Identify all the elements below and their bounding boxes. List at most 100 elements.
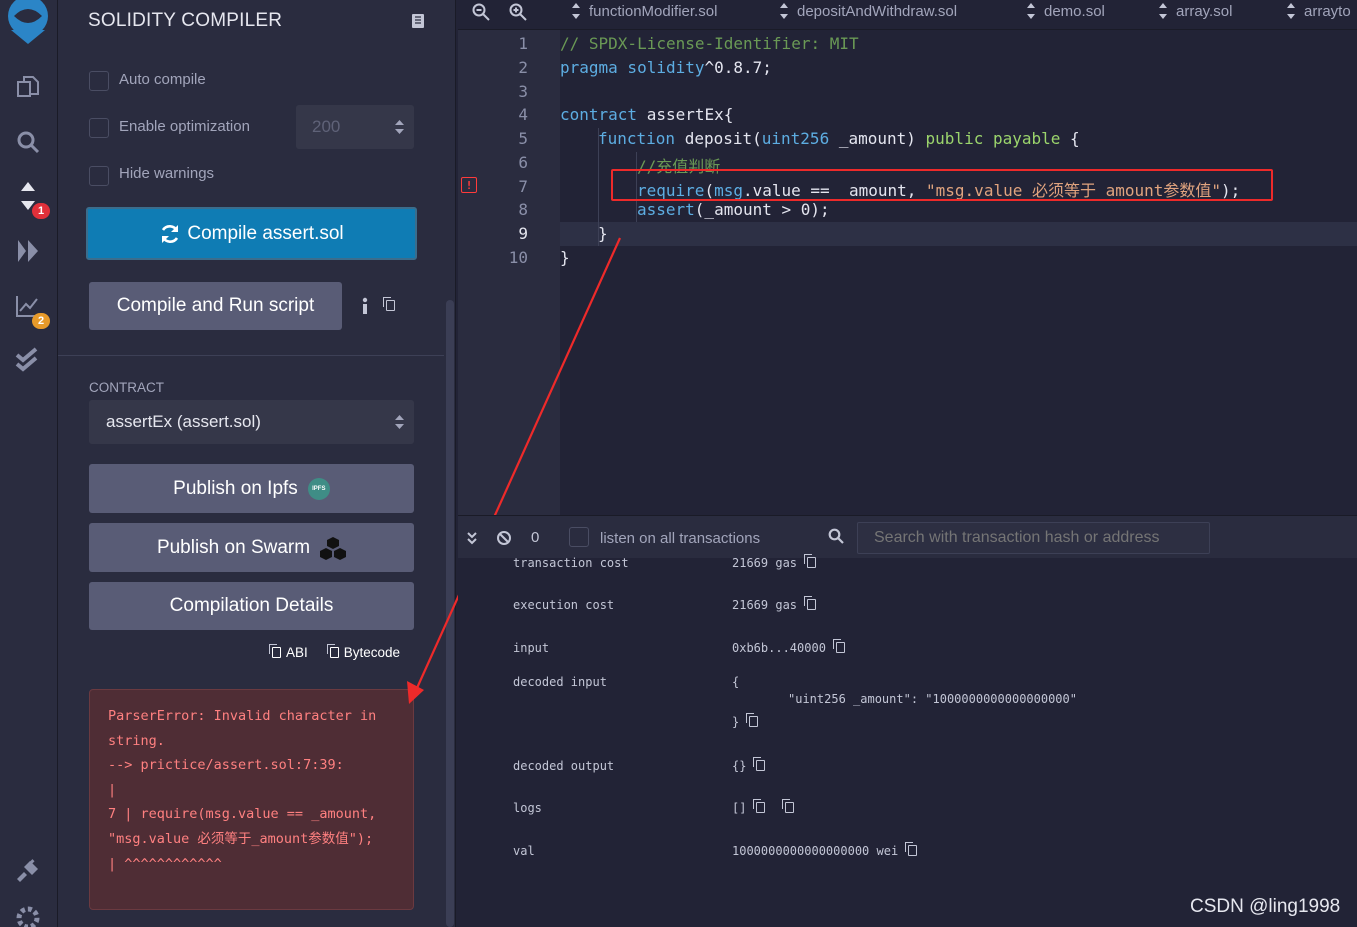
code-line-5: function deposit(uint256 _amount) public…	[598, 129, 1080, 148]
panel-scrollbar-thumb[interactable]	[446, 300, 454, 927]
remix-logo-icon[interactable]	[4, 0, 52, 44]
ipfs-logo-icon: IPFS	[307, 477, 330, 500]
code-text: deposit(	[675, 129, 762, 148]
code-line-10: }	[560, 248, 570, 267]
error-line: 7 | require(msg.value == _amount,	[108, 806, 377, 823]
code-number: 0	[800, 200, 811, 219]
code-text: assertEx{	[637, 105, 734, 124]
publish-swarm-label: Publish on Swarm	[156, 536, 311, 558]
compiler-error-message[interactable]: ParserError: Invalid character in string…	[89, 689, 414, 910]
terminal-toolbar: 0 listen on all transactions	[458, 516, 1357, 558]
publish-ipfs-button[interactable]: Publish on Ipfs IPFS	[89, 464, 414, 513]
refresh-icon	[162, 224, 179, 243]
listen-all-checkbox[interactable]	[569, 527, 589, 547]
solidity-file-icon	[780, 3, 788, 19]
zoom-in-icon[interactable]	[509, 3, 527, 26]
copy-icon[interactable]	[746, 713, 759, 727]
solidity-file-icon	[1287, 3, 1295, 19]
copy-icon[interactable]	[804, 554, 817, 568]
copy-icon[interactable]	[383, 297, 395, 315]
error-marker-icon[interactable]: !	[461, 177, 477, 193]
listen-all-label: listen on all transactions	[600, 530, 761, 547]
tab-label: arrayto	[1304, 2, 1351, 20]
deploy-run-icon[interactable]	[8, 231, 48, 271]
code-editor[interactable]: 1 2 3 4 5 6 7 8 9 10 ! // SPDX-License-I…	[458, 30, 1357, 515]
line-number: 6	[518, 153, 528, 172]
contract-selected-value: assertEx (assert.sol)	[106, 412, 261, 431]
panel-scrollbar[interactable]	[444, 0, 456, 927]
tab-demo[interactable]: demo.sol	[1026, 0, 1105, 22]
line-number: 8	[518, 200, 528, 219]
copy-icon[interactable]	[782, 799, 795, 813]
active-line-highlight	[560, 222, 1357, 246]
tab-array[interactable]: array.sol	[1158, 0, 1232, 22]
zoom-out-icon[interactable]	[472, 3, 490, 26]
icon-sidebar: 1 2	[0, 0, 58, 927]
plugin-manager-icon[interactable]	[8, 851, 48, 891]
compilation-details-button[interactable]: Compilation Details	[89, 582, 414, 630]
documentation-book-icon[interactable]	[410, 13, 426, 34]
code-type: uint256	[761, 129, 830, 148]
decoded-input-close-row: }	[732, 713, 759, 729]
line-number: 9	[518, 224, 528, 243]
line-number: 10	[508, 248, 528, 267]
error-line: ParserError: Invalid character in	[108, 708, 377, 724]
contract-select[interactable]: assertEx (assert.sol)	[89, 400, 414, 444]
tab-arrayto[interactable]: arrayto	[1286, 0, 1351, 22]
settings-gear-icon[interactable]	[8, 905, 48, 927]
error-line: string.	[108, 732, 165, 749]
solidity-file-icon	[1027, 3, 1035, 19]
val-value: 1000000000000000000 wei	[732, 844, 899, 858]
error-line: | ^^^^^^^^^^^^	[108, 855, 222, 872]
tab-depositandwithdraw[interactable]: depositAndWithdraw.sol	[779, 0, 957, 22]
optimization-runs-input[interactable]: 200	[296, 105, 414, 149]
info-icon[interactable]	[360, 297, 370, 315]
copy-icon[interactable]	[905, 842, 918, 856]
code-text: }	[560, 248, 570, 267]
clear-console-icon[interactable]	[496, 530, 512, 551]
abi-copy-button[interactable]: ABI	[268, 644, 308, 660]
execution-cost-row: 21669 gas	[732, 596, 817, 612]
tab-label: functionModifier.sol	[589, 2, 718, 20]
transaction-cost-value: 21669 gas	[732, 556, 798, 570]
search-icon[interactable]	[8, 122, 48, 162]
execution-cost-value: 21669 gas	[732, 598, 798, 612]
solidity-file-icon	[1159, 3, 1167, 19]
line-number-gutter: 1 2 3 4 5 6 7 8 9 10 !	[458, 30, 560, 515]
decoded-input-label: decoded input	[513, 675, 607, 689]
decoded-output-row: {}	[732, 757, 766, 773]
swarm-logo-icon	[320, 536, 347, 560]
publish-swarm-button[interactable]: Publish on Swarm	[89, 523, 414, 572]
copy-icon[interactable]	[753, 799, 766, 813]
copy-icon[interactable]	[753, 757, 766, 771]
solidity-file-icon	[572, 3, 580, 19]
auto-compile-checkbox[interactable]	[89, 71, 109, 91]
decoded-input-open: {	[732, 675, 740, 689]
copy-icon[interactable]	[804, 596, 817, 610]
line-number: 4	[518, 105, 528, 124]
copy-icon[interactable]	[832, 639, 845, 653]
compile-run-script-button[interactable]: Compile and Run script	[89, 282, 342, 330]
collapse-terminal-icon[interactable]	[466, 531, 478, 550]
terminal-panel: 0 listen on all transactions transaction…	[458, 515, 1357, 927]
hide-warnings-checkbox[interactable]	[89, 166, 109, 186]
compile-button[interactable]: Compile assert.sol	[86, 207, 417, 260]
code-keyword: function	[598, 129, 676, 148]
abi-label: ABI	[286, 645, 308, 660]
transaction-search-input[interactable]	[857, 522, 1210, 554]
code-text: );	[810, 200, 830, 219]
execution-cost-label: execution cost	[513, 598, 615, 612]
code-keyword: assert	[637, 200, 695, 219]
bytecode-copy-button[interactable]: Bytecode	[326, 644, 400, 660]
pending-transaction-count: 0	[531, 529, 540, 546]
val-label: val	[513, 844, 535, 858]
unit-test-check-icon[interactable]	[8, 340, 48, 380]
compilation-details-label: Compilation Details	[169, 595, 334, 616]
file-explorer-icon[interactable]	[8, 67, 48, 107]
enable-optimization-checkbox[interactable]	[89, 118, 109, 138]
error-line: |	[108, 781, 117, 798]
tab-functionmodifier[interactable]: functionModifier.sol	[571, 0, 717, 22]
bytecode-copy-icon	[326, 644, 339, 658]
terminal-search-icon[interactable]	[828, 528, 844, 549]
code-keyword: pragma solidity	[560, 58, 705, 77]
